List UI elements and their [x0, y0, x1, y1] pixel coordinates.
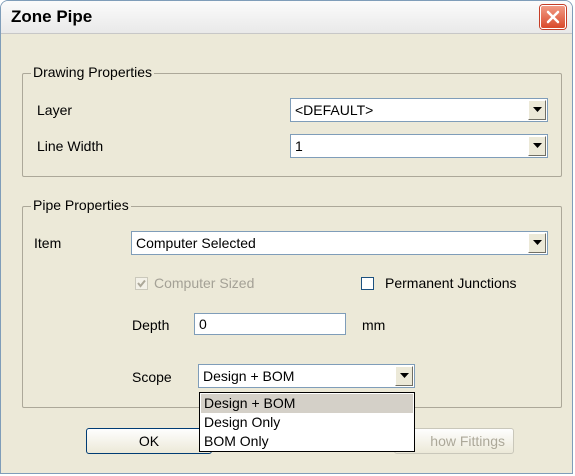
line-width-dropdown-button[interactable]: [528, 136, 546, 156]
dropdown-arrow-icon: [400, 373, 409, 378]
computer-sized-checkbox[interactable]: [135, 277, 148, 290]
depth-value: 0: [199, 316, 207, 332]
layer-value: <DEFAULT>: [295, 102, 374, 118]
line-width-select[interactable]: 1: [290, 134, 548, 158]
depth-label: Depth: [132, 317, 170, 333]
scope-dropdown-button[interactable]: [395, 366, 413, 386]
dropdown-arrow-icon: [533, 240, 542, 245]
scope-option-bom-only[interactable]: BOM Only: [201, 432, 413, 451]
layer-dropdown-button[interactable]: [528, 100, 546, 120]
depth-unit: mm: [362, 317, 386, 333]
ok-button[interactable]: OK: [86, 428, 212, 454]
layer-label: Layer: [37, 102, 73, 118]
title-bar[interactable]: Zone Pipe: [1, 1, 572, 34]
drawing-properties-legend: Drawing Properties: [31, 64, 155, 80]
item-value: Computer Selected: [136, 235, 256, 251]
dropdown-arrow-icon: [533, 107, 542, 112]
show-fittings-label: how Fittings: [430, 433, 505, 449]
item-dropdown-button[interactable]: [528, 233, 546, 253]
close-icon: [546, 10, 560, 24]
scope-option-design-only[interactable]: Design Only: [201, 413, 413, 432]
scope-value: Design + BOM: [203, 368, 295, 384]
line-width-label: Line Width: [37, 138, 104, 154]
scope-select[interactable]: Design + BOM: [198, 364, 415, 388]
dropdown-arrow-icon: [533, 143, 542, 148]
scope-dropdown-list: Design + BOM Design Only BOM Only: [199, 392, 415, 452]
layer-select[interactable]: <DEFAULT>: [290, 98, 548, 122]
computer-sized-label: Computer Sized: [154, 275, 255, 291]
scope-label: Scope: [132, 369, 172, 385]
permanent-junctions-label: Permanent Junctions: [385, 275, 517, 291]
close-button[interactable]: [540, 5, 566, 29]
permanent-junctions-checkbox[interactable]: [361, 277, 374, 290]
drawing-properties-group: Drawing Properties: [22, 64, 562, 177]
pipe-properties-legend: Pipe Properties: [31, 197, 131, 213]
checkmark-icon: [137, 279, 146, 288]
dialog-title: Zone Pipe: [11, 7, 93, 26]
zone-pipe-dialog: Zone Pipe Drawing Properties Layer <DEFA…: [0, 0, 573, 474]
depth-input[interactable]: 0: [194, 313, 346, 335]
item-select[interactable]: Computer Selected: [131, 231, 548, 255]
item-label: Item: [34, 235, 62, 251]
line-width-value: 1: [295, 138, 303, 154]
scope-option-design-bom[interactable]: Design + BOM: [201, 394, 413, 413]
